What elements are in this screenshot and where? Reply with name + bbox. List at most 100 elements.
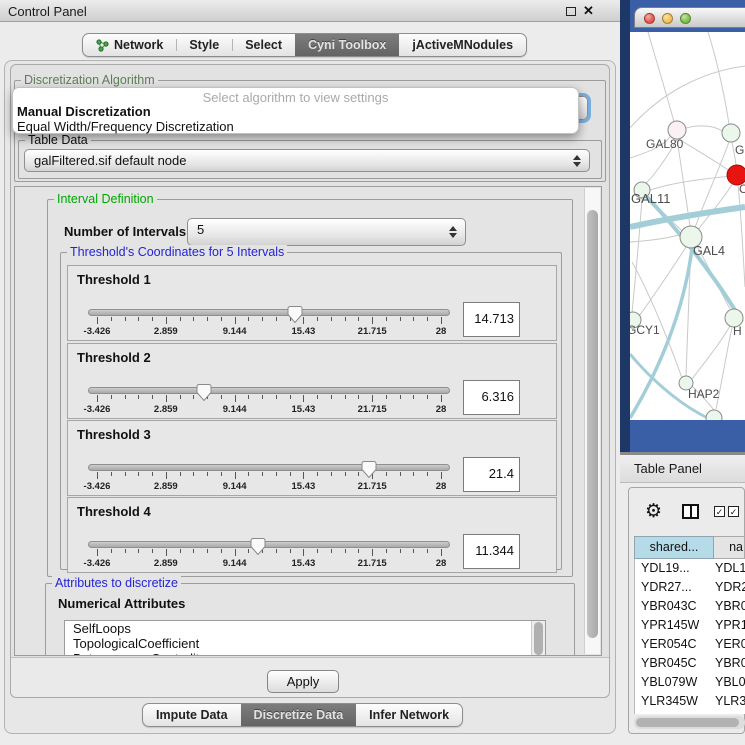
attributes-list-scrollbar[interactable] [531, 621, 545, 656]
table-row[interactable]: YIL052CYIL0 [635, 711, 745, 714]
threshold-value-field[interactable]: 21.4 [463, 457, 520, 492]
network-view-canvas[interactable]: GAL80GCGAL11GAL4GCY1HHAP2 [630, 32, 745, 420]
table-row[interactable]: YLR345WYLR3 [635, 692, 745, 711]
gear-icon[interactable]: ⚙ [645, 500, 662, 522]
network-edge[interactable] [708, 32, 729, 124]
numerical-attributes-label: Numerical Attributes [58, 596, 185, 611]
tab-style[interactable]: Style [176, 34, 232, 56]
close-icon[interactable]: ✕ [583, 3, 594, 19]
tab-impute-data[interactable]: Impute Data [143, 704, 241, 726]
network-node-g[interactable] [722, 124, 740, 142]
threshold-4-box: Threshold 4-3.4262.8599.14415.4321.71528… [67, 497, 557, 573]
table-row[interactable]: YBR045CYBR0 [635, 654, 745, 673]
network-edge[interactable] [632, 198, 642, 313]
tick-label: 15.43 [292, 558, 316, 569]
table-scrollbar-thumb[interactable] [636, 718, 739, 727]
combo-arrows-icon [449, 226, 458, 238]
tick-label: 2.859 [154, 481, 178, 492]
table-row[interactable]: YBR043CYBR0 [635, 597, 745, 616]
tab-jactivemnodules[interactable]: jActiveMNodules [399, 34, 526, 56]
control-panel-title: Control Panel [8, 4, 87, 19]
slider-thumb[interactable] [361, 461, 376, 483]
slider-thumb[interactable] [196, 384, 211, 406]
column-header-name[interactable]: na [714, 536, 745, 559]
tab-cyni-toolbox[interactable]: Cyni Toolbox [295, 34, 399, 56]
tab-discretize-data[interactable]: Discretize Data [241, 704, 357, 726]
table-row[interactable]: YBL079WYBL0 [635, 673, 745, 692]
cell-name: YBL0 [715, 673, 745, 692]
attribute-item-betweennesscentrality[interactable]: BetweennessCentrality [65, 651, 545, 656]
tab-label: Network [114, 38, 163, 52]
cell-name: YIL0 [715, 711, 741, 714]
threshold-1-box: Threshold 1-3.4262.8599.14415.4321.71528… [67, 265, 557, 341]
network-node[interactable] [706, 410, 722, 420]
table-row[interactable]: YPR145WYPR1 [635, 616, 745, 635]
slider-track[interactable] [88, 464, 450, 471]
table-row[interactable]: YDL19...YDL1 [635, 559, 745, 578]
threshold-slider[interactable]: -3.4262.8599.14415.4321.71528 [88, 382, 450, 416]
interval-definition-title: Interval Definition [54, 192, 157, 206]
tick-label: 15.43 [292, 326, 316, 337]
threshold-value-field[interactable]: 11.344 [463, 534, 520, 569]
table-data-combobox[interactable]: galFiltered.sif default node [24, 149, 590, 172]
screen: Control Panel ✕ Network StyleSelectCyni T… [0, 0, 745, 745]
tick-label: 15.43 [292, 404, 316, 415]
threshold-slider[interactable]: -3.4262.8599.14415.4321.71528 [88, 536, 450, 570]
attribute-item-selfloops[interactable]: SelfLoops [65, 621, 545, 636]
popup-option-manual-discretization[interactable]: Manual Discretization [13, 104, 578, 119]
slider-thumb[interactable] [251, 538, 266, 560]
float-window-icon[interactable] [566, 7, 576, 16]
attributes-list[interactable]: SelfLoopsTopologicalCoefficientBetweenne… [64, 620, 546, 656]
table-row[interactable]: YDR27...YDR2 [635, 578, 745, 597]
network-edge[interactable] [677, 138, 731, 172]
cell-name: YDL1 [715, 559, 745, 578]
settings-scrollbar-thumb[interactable] [587, 210, 598, 638]
network-edge[interactable] [692, 326, 730, 379]
split-table-icon[interactable] [682, 504, 699, 519]
zoom-traffic-light-icon[interactable] [680, 13, 691, 24]
threshold-slider[interactable]: -3.4262.8599.14415.4321.71528 [88, 459, 450, 493]
apply-button[interactable]: Apply [267, 670, 339, 693]
cell-name: YDR2 [715, 578, 745, 597]
tab-network[interactable]: Network [83, 34, 176, 56]
network-edge[interactable] [648, 32, 674, 122]
checkbox-icon[interactable]: ✓ [714, 506, 725, 517]
popup-option-equal-width-frequency-discretization[interactable]: Equal Width/Frequency Discretization [13, 119, 578, 134]
network-edge[interactable] [738, 185, 745, 287]
cell-name: YER0 [715, 635, 745, 654]
algorithm-dropdown-popup: Select algorithm to view settings Manual… [12, 87, 579, 134]
slider-thumb[interactable] [288, 306, 303, 328]
threshold-label: Threshold 2 [77, 350, 151, 365]
table-row[interactable]: YER054CYER0 [635, 635, 745, 654]
minimize-traffic-light-icon[interactable] [662, 13, 673, 24]
threshold-label: Threshold 3 [77, 427, 151, 442]
network-edge[interactable] [645, 176, 733, 192]
slider-track[interactable] [88, 541, 450, 548]
tab-infer-network[interactable]: Infer Network [356, 704, 462, 726]
threshold-slider[interactable]: -3.4262.8599.14415.4321.71528 [88, 304, 450, 338]
attribute-item-topologicalcoefficient[interactable]: TopologicalCoefficient [65, 636, 545, 651]
cell-shared-name: YLR345W [635, 692, 715, 711]
checkbox-icon[interactable]: ✓ [728, 506, 739, 517]
network-window-titlebar[interactable] [634, 7, 745, 28]
attributes-group-title: Attributes to discretize [52, 576, 181, 590]
tick-label: 28 [436, 326, 447, 337]
number-of-intervals-label: Number of Intervals [64, 224, 186, 239]
settings-vertical-scrollbar[interactable] [584, 188, 600, 654]
threshold-value-field[interactable]: 14.713 [463, 302, 520, 337]
slider-track[interactable] [88, 387, 450, 394]
threshold-value-field[interactable]: 6.316 [463, 380, 520, 415]
close-traffic-light-icon[interactable] [644, 13, 655, 24]
column-header-shared[interactable]: shared... [634, 536, 714, 559]
node-label: HAP2 [688, 387, 720, 401]
number-of-intervals-combobox[interactable]: 5 [187, 218, 466, 246]
tab-label: Infer Network [369, 708, 449, 722]
network-edge[interactable] [686, 126, 722, 131]
tab-select[interactable]: Select [232, 34, 295, 56]
cell-shared-name: YBR043C [635, 597, 715, 616]
top-tab-bar: Network StyleSelectCyni ToolboxjActiveMNo… [82, 33, 527, 57]
slider-track[interactable] [88, 309, 450, 316]
algorithm-group-title: Discretization Algorithm [21, 73, 158, 87]
table-horizontal-scrollbar[interactable] [634, 716, 745, 729]
node-table-body[interactable]: YDL19...YDL1YDR27...YDR2YBR043CYBR0YPR14… [634, 559, 745, 714]
